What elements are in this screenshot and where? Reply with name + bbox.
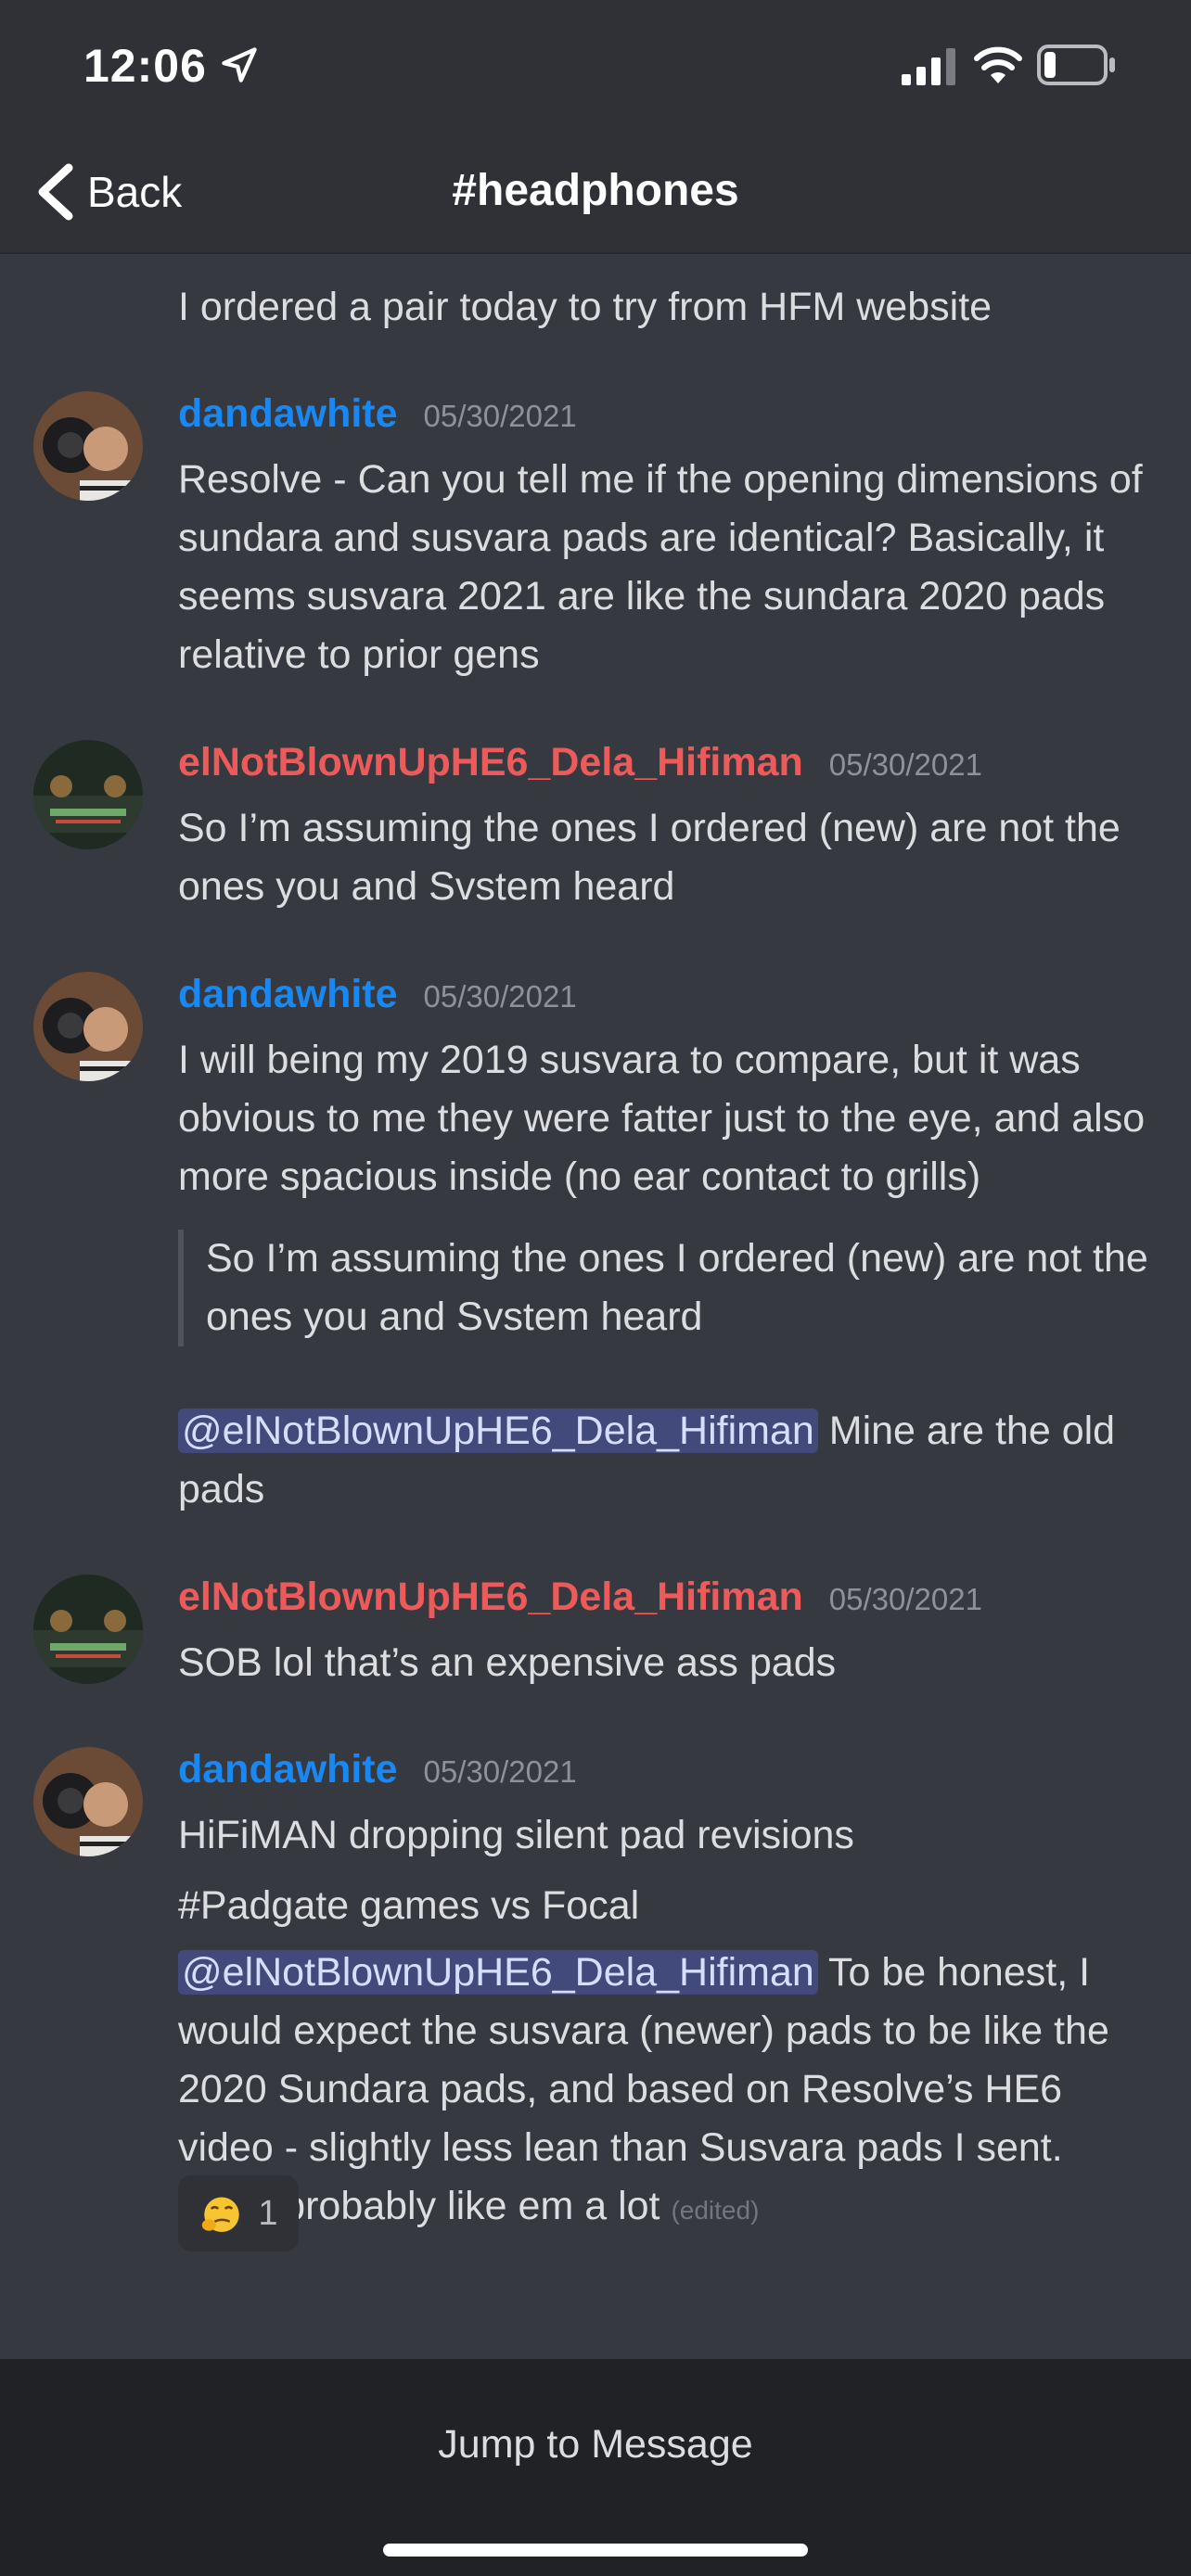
user-avatar-icon	[33, 1575, 143, 1684]
message-header: dandawhite 05/30/2021	[178, 972, 577, 1029]
message-list[interactable]: I ordered a pair today to try from HFM w…	[0, 254, 1191, 2359]
wifi-icon	[974, 46, 1022, 83]
user-avatar-icon	[33, 740, 143, 849]
reaction-count: 1	[258, 2193, 278, 2233]
home-indicator[interactable]	[383, 2544, 808, 2557]
avatar[interactable]	[33, 391, 143, 501]
message-text: SOB lol that’s an expensive ass pads	[178, 1640, 837, 1685]
timestamp: 05/30/2021	[423, 399, 577, 433]
user-mention[interactable]: @elNotBlownUpHE6_Dela_Hifiman	[178, 1950, 818, 1995]
message-text: Resolve - Can you tell me if the opening…	[178, 457, 1143, 677]
message-text: I will being my 2019 susvara to compare,…	[178, 1038, 1146, 1199]
message-text: @elNotBlownUpHE6_Dela_Hifiman Mine are t…	[178, 1402, 1161, 1519]
username[interactable]: elNotBlownUpHE6_Dela_Hifiman	[178, 740, 803, 785]
message-header: dandawhite 05/30/2021	[178, 391, 577, 449]
timestamp: 05/30/2021	[423, 979, 577, 1014]
edited-tag: (edited)	[671, 2196, 760, 2225]
cellular-signal-icon	[902, 48, 955, 85]
message-header: elNotBlownUpHE6_Dela_Hifiman 05/30/2021	[178, 740, 982, 797]
reaction-chip[interactable]: 1	[178, 2175, 299, 2251]
user-avatar-icon	[33, 391, 143, 501]
avatar[interactable]	[33, 1575, 143, 1684]
message-text: I ordered a pair today to try from HFM w…	[178, 285, 992, 329]
jump-to-message-button[interactable]: Jump to Message	[0, 2422, 1191, 2468]
location-arrow-icon	[222, 47, 257, 83]
user-mention[interactable]: @elNotBlownUpHE6_Dela_Hifiman	[178, 1409, 818, 1453]
channel-title: #headphones	[452, 166, 739, 215]
timestamp: 05/30/2021	[423, 1754, 577, 1789]
username[interactable]: elNotBlownUpHE6_Dela_Hifiman	[178, 1575, 803, 1620]
message-text: HiFiMAN dropping silent pad revisions	[178, 1813, 854, 1857]
avatar[interactable]	[33, 740, 143, 849]
avatar[interactable]	[33, 972, 143, 1081]
bottom-bar: Jump to Message	[0, 2359, 1191, 2576]
battery-icon	[1037, 45, 1115, 85]
timestamp: 05/30/2021	[828, 1582, 982, 1616]
user-avatar-icon	[33, 972, 143, 1081]
smirk-face-icon	[202, 2197, 240, 2232]
quote-block: So I’m assuming the ones I ordered (new)…	[178, 1230, 1189, 1346]
message-text: So I’m assuming the ones I ordered (new)…	[178, 806, 1121, 909]
message-header: dandawhite 05/30/2021	[178, 1747, 577, 1804]
user-avatar-icon	[33, 1747, 143, 1856]
username[interactable]: dandawhite	[178, 972, 398, 1017]
avatar[interactable]	[33, 1747, 143, 1856]
username[interactable]: dandawhite	[178, 1747, 398, 1792]
message-text: @elNotBlownUpHE6_Dela_Hifiman To be hone…	[178, 1944, 1161, 2239]
username[interactable]: dandawhite	[178, 391, 398, 437]
message-text: #Padgate games vs Focal	[178, 1883, 640, 1928]
top-bar: 12:06 Back #headphones	[0, 0, 1191, 254]
timestamp: 05/30/2021	[828, 747, 982, 782]
status-time: 12:06	[83, 40, 207, 92]
message-header: elNotBlownUpHE6_Dela_Hifiman 05/30/2021	[178, 1575, 982, 1632]
